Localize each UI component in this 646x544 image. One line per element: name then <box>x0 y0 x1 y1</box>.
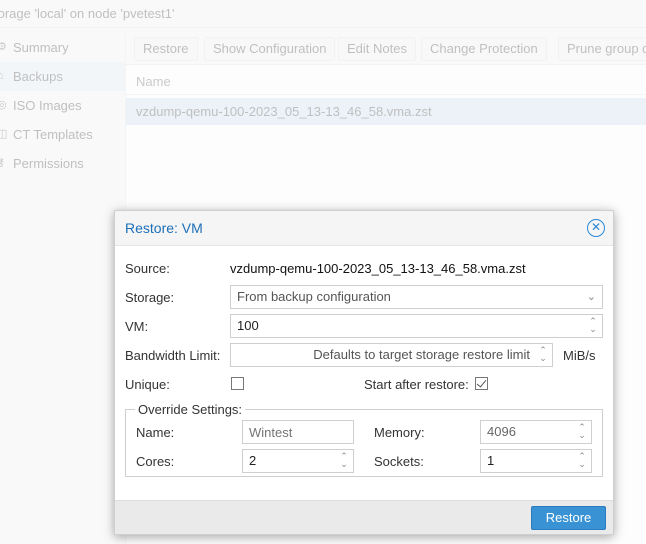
name-label: Name: <box>136 425 175 440</box>
vm-id-stepper[interactable]: 100 ⌃ ⌄ <box>230 314 603 338</box>
restore-button[interactable]: Restore <box>531 506 606 530</box>
vm-id-value: 100 <box>237 318 259 333</box>
storage-label: Storage: <box>125 290 175 305</box>
vm-label: VM: <box>125 319 149 334</box>
dialog-title: Restore: VM <box>125 220 203 236</box>
spinner-icon[interactable]: ⌃ ⌄ <box>588 317 598 335</box>
close-icon[interactable]: ✕ <box>587 219 605 237</box>
name-input[interactable] <box>242 420 354 444</box>
source-value: vzdump-qemu-100-2023_05_13-13_46_58.vma.… <box>230 261 526 276</box>
storage-select-value: From backup configuration <box>237 289 391 304</box>
dialog-footer: Restore <box>115 500 613 534</box>
bandwidth-limit-label: Bandwidth Limit: <box>125 348 221 363</box>
bandwidth-placeholder: Defaults to target storage restore limit <box>313 347 530 362</box>
unique-checkbox[interactable] <box>231 377 244 390</box>
spinner-icon[interactable]: ⌃ ⌄ <box>339 452 349 470</box>
memory-stepper[interactable]: 4096 ⌃ ⌄ <box>480 420 592 444</box>
start-after-restore-label: Start after restore: <box>364 377 469 392</box>
spinner-icon[interactable]: ⌃ ⌄ <box>577 423 587 441</box>
chevron-down-icon: ⌄ <box>586 291 596 303</box>
start-after-restore-checkbox[interactable] <box>475 377 488 390</box>
source-label: Source: <box>125 261 170 276</box>
override-settings-legend: Override Settings: <box>135 402 246 417</box>
bandwidth-unit: MiB/s <box>563 348 596 363</box>
memory-label: Memory: <box>374 425 425 440</box>
sockets-label: Sockets: <box>374 454 424 469</box>
unique-label: Unique: <box>125 377 170 392</box>
dialog-header: Restore: VM ✕ <box>115 211 613 246</box>
spinner-icon[interactable]: ⌃ ⌄ <box>577 452 587 470</box>
restore-vm-dialog: Restore: VM ✕ Source: vzdump-qemu-100-20… <box>114 210 614 535</box>
sockets-stepper[interactable]: 1 ⌃ ⌄ <box>480 449 592 473</box>
cores-stepper[interactable]: 2 ⌃ ⌄ <box>242 449 354 473</box>
spinner-icon[interactable]: ⌃ ⌄ <box>538 346 548 364</box>
cores-label: Cores: <box>136 454 175 469</box>
bandwidth-limit-input[interactable]: Defaults to target storage restore limit… <box>230 343 553 367</box>
memory-placeholder: 4096 <box>487 424 516 439</box>
cores-value: 2 <box>249 453 257 468</box>
sockets-value: 1 <box>487 453 495 468</box>
storage-select[interactable]: From backup configuration ⌄ <box>230 285 603 309</box>
